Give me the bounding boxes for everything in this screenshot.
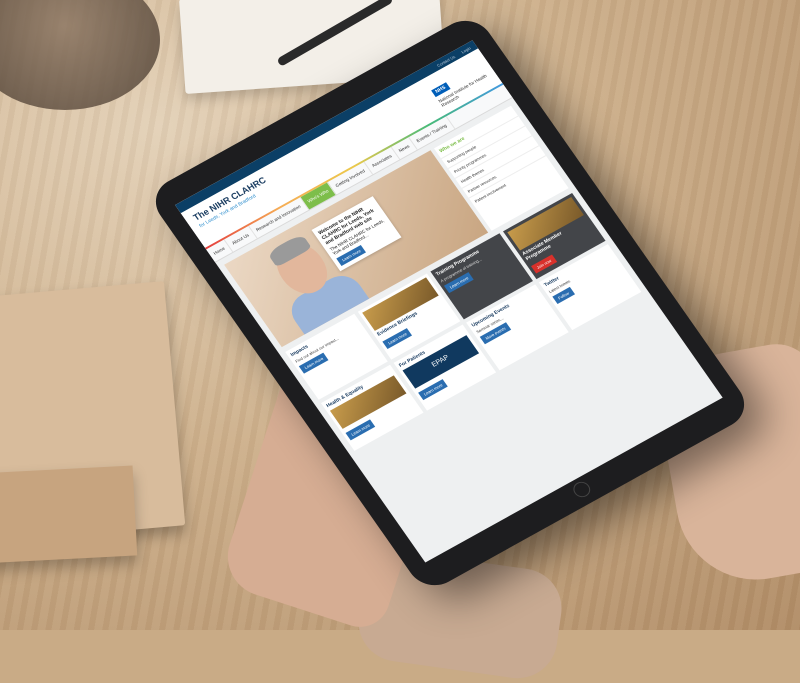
welcome-box: Welcome to the NIHR CLAHRC for Leeds, Yo…: [311, 196, 402, 272]
home-button-icon[interactable]: [570, 479, 594, 500]
photo-background: Contact Us Login The NIHR CLAHRC for Lee…: [0, 0, 800, 683]
book-stack: [0, 465, 138, 565]
